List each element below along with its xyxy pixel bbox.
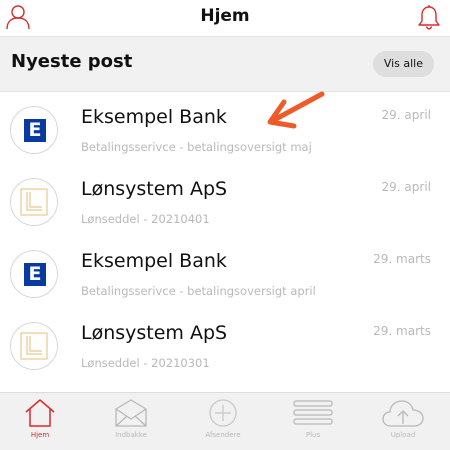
see-all-button[interactable]: Vis alle: [372, 51, 434, 77]
sender-name: Lønsystem ApS: [81, 322, 228, 344]
sender-name: Eksempel Bank: [81, 250, 227, 272]
bell-icon: [418, 5, 440, 30]
post-date: 29. april: [381, 180, 431, 194]
list-item[interactable]: Lønsystem ApS Lønseddel - 20210301 29. m…: [0, 308, 450, 380]
bottom-nav: Hjem Indbakke Afsendere Plus Upload: [0, 392, 450, 450]
top-bar: Hjem: [0, 0, 450, 36]
post-date: 29. marts: [373, 324, 431, 338]
lonsystem-logo-icon: [20, 332, 48, 360]
post-date: 29. marts: [373, 252, 431, 266]
lonsystem-logo-icon: [20, 188, 48, 216]
list-item[interactable]: Lønsystem ApS Lønseddel - 20210401 29. a…: [0, 164, 450, 236]
nav-item-inbox[interactable]: Indbakke: [96, 398, 166, 448]
sender-name: Eksempel Bank: [81, 106, 227, 128]
nav-label: Indbakke: [115, 431, 147, 439]
post-subject: Lønseddel - 20210401: [81, 212, 210, 226]
post-subject: Lønseddel - 20210301: [81, 356, 210, 370]
section-title: Nyeste post: [11, 51, 133, 72]
section-header: Nyeste post Vis alle: [0, 36, 450, 92]
post-list: E Eksempel Bank Betalingsserivce - betal…: [0, 92, 450, 380]
plus-circle-icon: [209, 399, 237, 427]
app-screen: Hjem Nyeste post Vis alle E Eksempel Ban…: [0, 0, 450, 450]
nav-label: Upload: [390, 431, 416, 439]
page-title: Hjem: [200, 6, 250, 26]
nav-item-senders[interactable]: Afsendere: [188, 398, 258, 448]
list-item[interactable]: E Eksempel Bank Betalingsserivce - betal…: [0, 92, 450, 164]
envelope-icon: [115, 399, 147, 427]
sender-avatar: [10, 178, 58, 226]
sender-avatar: E: [10, 250, 58, 298]
nav-item-plus[interactable]: Plus: [278, 398, 348, 448]
post-subject: Betalingsserivce - betalingsoversigt apr…: [81, 284, 316, 298]
nav-item-upload[interactable]: Upload: [368, 398, 438, 448]
sender-avatar: E: [10, 106, 58, 154]
notifications-button[interactable]: [416, 4, 442, 30]
annotation-arrow-icon: [267, 91, 325, 129]
nav-item-home[interactable]: Hjem: [5, 398, 75, 448]
home-icon: [25, 399, 55, 427]
nav-label: Plus: [305, 431, 321, 439]
bank-logo-icon: E: [24, 263, 46, 286]
sender-name: Lønsystem ApS: [81, 178, 228, 200]
cloud-upload-icon: [382, 400, 424, 427]
post-date: 29. april: [381, 108, 431, 122]
bank-logo-icon: E: [24, 119, 46, 142]
nav-label: Hjem: [30, 431, 50, 439]
stack-icon: [293, 400, 333, 425]
nav-label: Afsendere: [205, 431, 241, 439]
list-item[interactable]: E Eksempel Bank Betalingsserivce - betal…: [0, 236, 450, 308]
sender-avatar: [10, 322, 58, 370]
post-subject: Betalingsserivce - betalingsoversigt maj: [81, 140, 312, 154]
